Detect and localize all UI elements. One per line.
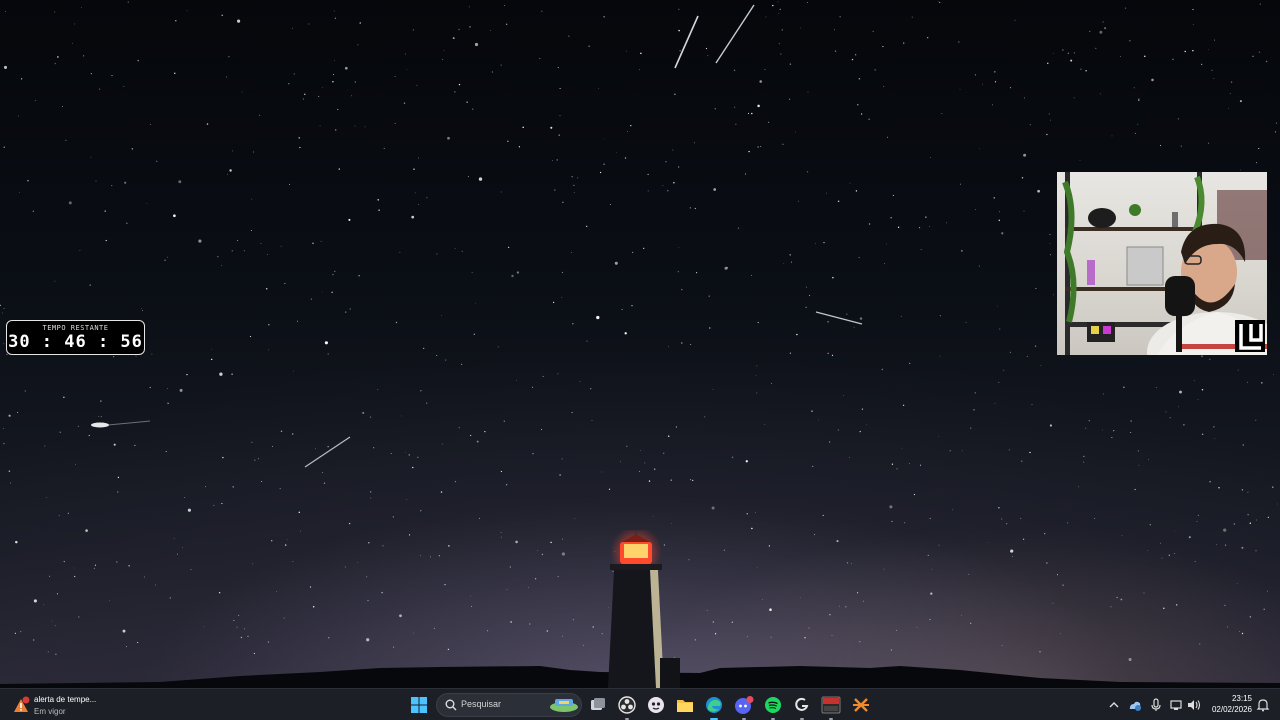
onedrive-icon[interactable] xyxy=(1128,698,1142,712)
streamer-app-button[interactable] xyxy=(644,693,668,717)
search-icon xyxy=(445,699,457,711)
network-icon[interactable] xyxy=(1170,698,1184,712)
tool-icon xyxy=(853,698,869,712)
taskbar-search[interactable]: Pesquisar xyxy=(436,693,582,717)
search-highlight-icon xyxy=(550,699,578,712)
voice-meeter-icon xyxy=(821,696,841,714)
webcam-overlay xyxy=(1057,172,1267,355)
weather-subtitle: Em vigor xyxy=(34,707,66,716)
spotify-icon xyxy=(765,697,781,713)
clock-time: 23:15 xyxy=(1231,694,1252,703)
search-placeholder: Pesquisar xyxy=(461,699,502,709)
taskbar: alerta de tempe... Em vigor Pesquisar 23… xyxy=(0,688,1280,720)
logitech-icon xyxy=(795,697,809,711)
task-view-icon xyxy=(591,698,605,710)
chevron-up-icon[interactable] xyxy=(1107,698,1121,712)
file-explorer-icon xyxy=(677,700,693,712)
task-view-button[interactable] xyxy=(586,693,610,717)
discord-icon xyxy=(735,696,754,714)
lighthouse xyxy=(608,530,680,688)
weather-alert-icon xyxy=(14,696,30,712)
start-icon xyxy=(411,697,427,713)
clock[interactable]: 23:15 02/02/2026 xyxy=(1212,693,1252,715)
discord-button[interactable] xyxy=(732,693,756,720)
start-button[interactable] xyxy=(407,693,431,717)
tool-button[interactable] xyxy=(849,693,873,717)
edge-button[interactable] xyxy=(702,693,726,720)
timer-label: TEMPO RESTANTE xyxy=(42,324,109,332)
timer-value: 30 : 46 : 56 xyxy=(8,332,143,352)
countdown-timer: TEMPO RESTANTE 30 : 46 : 56 xyxy=(6,320,145,355)
volume-icon[interactable] xyxy=(1187,698,1201,712)
edge-icon xyxy=(706,697,722,713)
webcam-feed xyxy=(1062,172,1267,355)
obs-button[interactable] xyxy=(615,693,639,720)
microphone-icon[interactable] xyxy=(1149,698,1163,712)
clock-date: 02/02/2026 xyxy=(1211,705,1252,714)
spotify-button[interactable] xyxy=(761,693,785,720)
file-explorer-button[interactable] xyxy=(673,693,697,717)
notification-icon[interactable] xyxy=(1256,698,1270,712)
streamer-app-icon xyxy=(648,697,664,713)
obs-icon xyxy=(618,696,636,714)
weather-widget[interactable]: alerta de tempe... Em vigor xyxy=(10,692,120,718)
voice-meeter-button[interactable] xyxy=(819,693,843,720)
weather-title: alerta de tempe... xyxy=(34,695,97,704)
logitech-button[interactable] xyxy=(790,693,814,720)
